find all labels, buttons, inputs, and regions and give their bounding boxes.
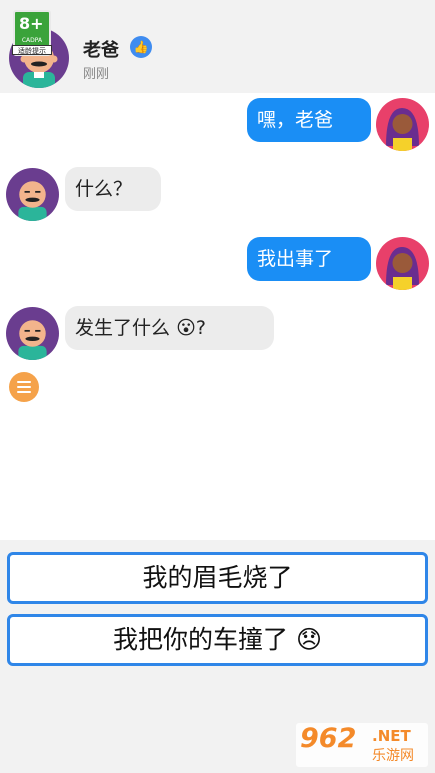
dad-face-icon [18,320,47,360]
dad-face-icon [18,181,47,221]
age-rating-org: CADPA [21,37,43,44]
reply-option-text: 我的眉毛烧了 [142,563,293,592]
sad-face-icon: 😞 [295,625,323,654]
my-avatar [376,98,429,151]
reply-option-1[interactable]: 我的眉毛烧了 [7,552,428,604]
message-text: 什么？ [75,178,133,200]
message-text: 嘿，老爸 [257,109,334,131]
chat-header: 8+ CADPA 适龄提示 老爸 👍 刚刚 [0,0,435,93]
surprised-face-icon: 😮 [176,317,196,339]
age-rating-tip: 适龄提示 [12,45,52,55]
message-bubble-outgoing: 我出事了 [247,237,371,281]
contact-name: 老爸 [83,40,119,61]
site-watermark: 962 .NET 乐游网 [296,723,428,767]
reply-option-2[interactable]: 我把你的车撞了 😞 [7,614,428,666]
message-text: 发生了什么 [75,317,171,339]
dad-avatar-small [6,168,59,221]
message-bubble-outgoing: 嘿，老爸 [247,98,371,142]
message-bubble-incoming: 发生了什么 😮? [65,306,274,350]
contact-status: 刚刚 [83,67,110,82]
watermark-domain: .NET [372,727,411,745]
menu-icon[interactable] [9,372,39,402]
reply-option-text: 我把你的车撞了 [112,625,288,654]
girl-face-icon [386,247,419,290]
message-suffix: ? [195,317,206,339]
my-avatar [376,237,429,290]
message-text: 我出事了 [257,248,334,270]
thumbs-up-icon: 👍 [130,36,152,58]
message-bubble-incoming: 什么？ [65,167,161,211]
age-rating-value: 8+ [19,14,44,33]
watermark-brand: 962 [300,723,357,754]
chat-area[interactable]: 嘿，老爸 什么？ 我出事了 发生了什么 😮? [0,93,435,540]
dad-avatar-small [6,307,59,360]
watermark-name: 乐游网 [372,748,414,764]
girl-face-icon [386,108,419,151]
